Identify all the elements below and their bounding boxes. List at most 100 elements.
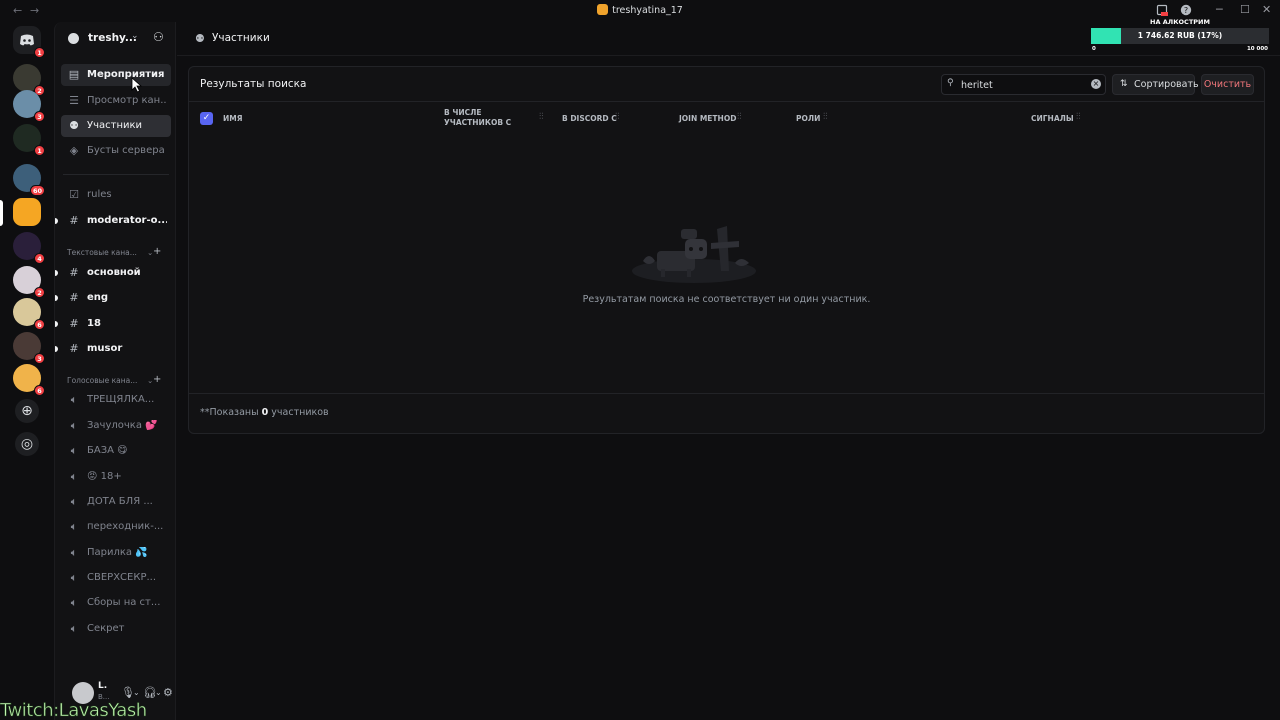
server-rail: 1 2 3 1 60 4 2 6 3 6 ⊕ ◎ [0, 22, 54, 720]
category-label: Голосовые кана... [67, 376, 138, 385]
channel-label: rules [87, 189, 112, 200]
add-channel-icon[interactable]: + [153, 246, 161, 257]
channel-label: 18 [87, 318, 101, 329]
divider [63, 174, 169, 175]
close-window-icon[interactable]: ✕ [1262, 3, 1271, 16]
rules-icon: ☑ [69, 188, 79, 201]
channel-text[interactable]: # eng [55, 287, 171, 309]
member-search[interactable]: ⚲ × [941, 74, 1106, 95]
user-name: L. [98, 681, 108, 691]
members-icon: ⚉ [195, 32, 205, 45]
select-all-checkbox[interactable]: ✓ [200, 112, 213, 125]
server-icon[interactable]: 2 [13, 266, 45, 298]
voice-channel[interactable]: 🔈︎ БАЗА 😋 [61, 440, 171, 462]
guild-header[interactable]: treshy... ⌄ ⚇ [55, 22, 177, 56]
gear-icon[interactable]: ⚙ [163, 686, 173, 699]
app-icon [597, 4, 609, 15]
speaker-icon: 🔈︎ [70, 546, 78, 559]
channel-text[interactable]: # 18 [55, 313, 171, 335]
channel-label: Сборы на ст... [87, 597, 161, 608]
server-icon[interactable]: 4 [13, 232, 45, 264]
search-input[interactable] [961, 78, 1081, 92]
maximize-icon[interactable]: ☐ [1240, 3, 1250, 16]
category-text-channels[interactable]: Текстовые кана... ⌄ + [67, 246, 161, 257]
column-name[interactable]: ИМЯ [223, 114, 243, 124]
speaker-icon: 🔈︎ [70, 393, 78, 406]
chevron-down-icon[interactable]: ⌄ [131, 31, 139, 41]
voice-channel[interactable]: 🔈︎ Секрет [61, 618, 171, 640]
server-icon[interactable]: 3 [13, 90, 45, 122]
voice-channel[interactable]: 🔈︎ Парилка 💦 [61, 542, 171, 564]
column-join-method[interactable]: JOIN METHOD [679, 114, 736, 124]
results-prefix: **Показаны [200, 407, 259, 418]
results-suffix: участников [271, 407, 329, 418]
voice-channel[interactable]: 🔈︎ Сборы на ст... [61, 592, 171, 614]
window-title-text: treshyatina_17 [612, 5, 683, 16]
filter-icon[interactable]: ⫶⫶ [539, 112, 544, 122]
guild-name: treshy... [88, 32, 137, 44]
column-signals[interactable]: СИГНАЛЫ [1031, 114, 1074, 124]
channel-label: переходник-... [87, 521, 164, 532]
invite-user-icon[interactable]: ⚇ [153, 30, 164, 44]
category-voice-channels[interactable]: Голосовые кана... ⌄ + [67, 374, 161, 385]
server-icon[interactable]: 3 [13, 332, 45, 364]
chevron-down-icon[interactable]: ⌄ [133, 688, 140, 697]
sidebar-item-members[interactable]: ⚉ Участники [61, 115, 171, 137]
help-icon[interactable]: ? [1180, 4, 1192, 16]
voice-channel[interactable]: 🔈︎ переходник-... [61, 516, 171, 538]
server-icon[interactable]: 1 [13, 124, 45, 156]
hash-icon: # [69, 214, 79, 227]
mouse-cursor-icon [131, 77, 143, 93]
speaker-icon: 🔈︎ [70, 419, 78, 432]
sidebar-item-browse-channels[interactable]: ☰ Просмотр кан... [61, 90, 171, 112]
server-icon[interactable]: 6 [13, 364, 45, 396]
filter-icon[interactable]: ⫶⫶ [823, 112, 828, 122]
voice-channel[interactable]: 🔈︎ ТРЕЩЯЛКА... [61, 389, 171, 411]
panel-title: Результаты поиска [200, 78, 307, 90]
server-icon[interactable]: 6 [13, 298, 45, 330]
column-discord-since[interactable]: В DISCORD С [562, 114, 617, 124]
server-icon[interactable]: 60 [13, 164, 45, 196]
sidebar-item-boosts[interactable]: ◈ Бусты сервера [61, 140, 171, 162]
column-member-since[interactable]: В ЧИСЛЕ УЧАСТНИКОВ С [444, 108, 524, 128]
channel-text[interactable]: # основной [55, 262, 171, 284]
add-channel-icon[interactable]: + [153, 374, 161, 385]
voice-channel[interactable]: 🔈︎ 😡 18+ [61, 466, 171, 488]
sidebar-item-label: Мероприятия [87, 69, 165, 80]
filter-icon[interactable]: ⫶⫶ [615, 112, 620, 122]
channel-label: основной [87, 267, 141, 278]
channel-label: СВЕРХСЕКР... [87, 572, 157, 583]
voice-channel[interactable]: 🔈︎ Зачулочка 💕 [61, 415, 171, 437]
channel-rules[interactable]: ☑ rules [61, 184, 171, 206]
boost-icon: ◈ [69, 144, 79, 157]
speaker-icon: 🔈︎ [70, 470, 78, 483]
sort-label: Сортировать [1134, 79, 1199, 90]
channel-moderator[interactable]: # moderator-o... [55, 210, 171, 232]
add-server-button[interactable]: ⊕ [15, 399, 39, 423]
server-badge: 4 [34, 253, 45, 264]
inbox-icon[interactable] [1156, 4, 1168, 16]
clear-search-icon[interactable]: × [1091, 79, 1101, 89]
server-icon[interactable]: 2 [13, 64, 45, 96]
sidebar-item-events[interactable]: ▤ Мероприятия [61, 64, 171, 86]
sort-icon: ⇅ [1120, 79, 1128, 89]
channel-text[interactable]: # musor [55, 338, 171, 360]
server-badge: 3 [34, 111, 45, 122]
home-button[interactable]: 1 [13, 26, 45, 58]
column-roles[interactable]: РОЛИ [796, 114, 820, 124]
empty-state-illustration [632, 226, 756, 283]
channel-label: Парилка 💦 [87, 547, 148, 558]
server-badge: 1 [34, 47, 45, 58]
filter-icon[interactable]: ⫶⫶ [737, 112, 742, 122]
clear-button[interactable]: Очистить [1201, 74, 1254, 95]
filter-icon[interactable]: ⫶⫶ [1076, 112, 1081, 122]
compass-icon: ◎ [20, 436, 34, 452]
hash-icon: # [69, 291, 79, 304]
voice-channel[interactable]: 🔈︎ СВЕРХСЕКР... [61, 567, 171, 589]
discover-button[interactable]: ◎ [15, 432, 39, 456]
minimize-icon[interactable]: ─ [1216, 3, 1223, 16]
server-icon-active[interactable] [13, 198, 41, 226]
chevron-down-icon[interactable]: ⌄ [155, 688, 162, 697]
voice-channel[interactable]: 🔈︎ ДОТА БЛЯ ... [61, 491, 171, 513]
sort-button[interactable]: ⇅ Сортировать [1112, 74, 1199, 95]
